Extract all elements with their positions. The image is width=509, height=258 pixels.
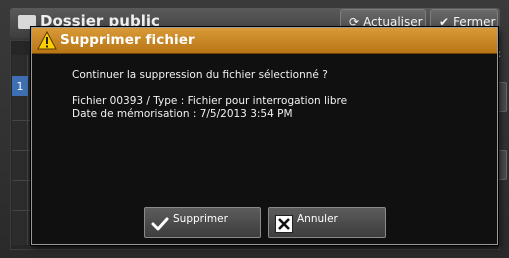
confirmation-question: Continuer la suppression du fichier séle…: [72, 69, 328, 81]
warning-icon: [37, 31, 57, 50]
checkmark-icon: [151, 217, 169, 231]
delete-button[interactable]: Supprimer: [144, 207, 261, 238]
cancel-button-label: Annuler: [297, 213, 338, 225]
scroll-button[interactable]: [497, 82, 507, 112]
delete-file-dialog: Supprimer fichier Continuer la suppressi…: [31, 27, 498, 245]
file-info-text: Fichier 00393 / Type : Fichier pour inte…: [72, 95, 348, 107]
x-box-icon: [275, 215, 293, 233]
scroll-button[interactable]: [497, 150, 507, 180]
stored-date-text: Date de mémorisation : 7/5/2013 3:54 PM: [72, 108, 293, 120]
selected-file-row[interactable]: 1: [12, 76, 28, 96]
cancel-button[interactable]: Annuler: [268, 207, 386, 238]
dialog-title: Supprimer fichier: [60, 32, 195, 48]
delete-button-label: Supprimer: [173, 213, 228, 225]
dialog-body: [32, 55, 497, 244]
dialog-header: Supprimer fichier: [32, 28, 497, 54]
